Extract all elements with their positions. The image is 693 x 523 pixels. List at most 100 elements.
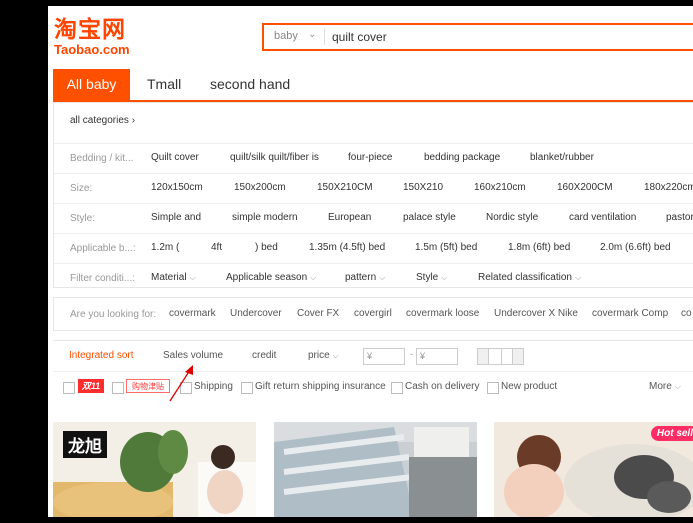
related-search-link[interactable]: covermark [169,308,216,319]
chevron-right-icon: › [128,115,136,126]
chevron-down-icon: ⌵ [189,273,196,282]
taobao-page: 淘宝网 Taobao.com baby ⌄ All baby Tmall sec… [48,6,693,517]
chevron-down-icon: ⌵ [674,382,681,391]
filter-dropdown-label: Applicable season [226,272,308,283]
checkbox-shopping-allowance[interactable] [112,382,124,394]
filter-option[interactable]: blanket/rubber [530,152,594,163]
chevron-down-icon: ⌵ [574,273,582,282]
product-card[interactable]: Hot sell [494,422,693,517]
checkbox-double11[interactable] [63,382,75,394]
filter-option[interactable]: 160x210cm [474,182,526,193]
filter-option[interactable]: palace style [403,212,456,223]
related-search-link[interactable]: covermark Comp [592,308,668,319]
product-card[interactable] [274,422,477,517]
chevron-down-icon: ⌵ [332,351,339,360]
related-search-link[interactable]: Undercover X Nike [494,308,578,319]
new-product-label[interactable]: New product [501,381,557,392]
filter-option[interactable]: simple modern [232,212,298,223]
view-large-icon[interactable] [512,348,524,365]
sort-sales-volume[interactable]: Sales volume [163,350,223,361]
filter-option[interactable]: 1.35m (4.5ft) bed [309,242,385,253]
chevron-down-icon[interactable]: ⌄ [308,29,316,40]
filter-dropdown-season[interactable]: Applicable season ⌵ [226,272,316,283]
chevron-down-icon: ⌵ [310,273,317,282]
chevron-down-icon: ⌵ [441,273,448,282]
more-label: More [649,381,672,392]
related-searches: Are you looking for: covermark Undercove… [53,297,693,331]
filter-option[interactable]: 160X200CM [557,182,613,193]
filter-dropdown-related[interactable]: Related classification ⌵ [478,272,581,283]
filter-option[interactable]: 120x150cm [151,182,203,193]
filter-option[interactable]: 150X210CM [317,182,373,193]
breadcrumb[interactable]: all categories › [70,115,135,126]
filter-option[interactable]: 1.5m (5ft) bed [415,242,477,253]
filter-option[interactable]: European [328,212,371,223]
filter-option[interactable]: ) bed [255,242,278,253]
view-grid-icon[interactable] [488,348,502,365]
filter-dropdown-label: pattern [345,272,377,283]
return-insurance-label[interactable]: Gift return shipping insurance [255,381,386,392]
shipping-label[interactable]: Shipping [194,381,233,392]
related-search-link[interactable]: covermark loose [406,308,479,319]
filter-option[interactable]: card ventilation [569,212,636,223]
filter-option[interactable]: 1.2m ( [151,242,179,253]
sort-credit[interactable]: credit [252,350,276,361]
filter-option[interactable]: 4ft [211,242,222,253]
search-scope-select[interactable]: baby [274,30,298,42]
product-card[interactable]: 龙旭 [53,422,256,517]
filter-option[interactable]: Quilt cover [151,152,199,163]
result-tabs: All baby Tmall second hand [53,69,693,102]
sort-price-label: price [308,350,330,361]
cash-on-delivery-label[interactable]: Cash on delivery [405,381,479,392]
related-search-link[interactable]: co [681,308,692,319]
filter-row-size: Size: 120x150cm 150x200cm 150X210CM 150X… [54,173,693,202]
filter-option[interactable]: Simple and [151,212,201,223]
filter-option[interactable]: 150x200cm [234,182,286,193]
price-max-input[interactable]: ¥ [416,348,458,365]
filter-option[interactable]: quilt/silk quilt/fiber is [230,152,319,163]
search-divider [324,29,325,45]
related-search-link[interactable]: Undercover [230,308,282,319]
search-input[interactable] [330,27,692,47]
logo-en: Taobao.com [54,42,130,57]
filter-option[interactable]: pastor [666,212,693,223]
filter-option[interactable]: 180x220cm [644,182,693,193]
filter-dropdown-material[interactable]: Material ⌵ [151,272,196,283]
filter-option[interactable]: four-piece [348,152,392,163]
filter-row-conditions: Filter conditi...: Material ⌵ Applicable … [54,263,693,292]
checkbox-shipping[interactable] [180,382,192,394]
filter-option[interactable]: 2.0m (6.6ft) bed [600,242,671,253]
taobao-logo[interactable]: 淘宝网 Taobao.com [54,18,144,58]
view-switcher [477,348,525,365]
filter-label: Filter conditi...: [70,273,136,284]
shopping-allowance-badge: 购物津贴 [126,379,170,393]
more-filters-button[interactable]: More ⌵ [649,381,681,392]
breadcrumb-all-categories[interactable]: all categories [70,115,129,126]
sort-price[interactable]: price ⌵ [308,350,339,361]
filter-dropdown-pattern[interactable]: pattern ⌵ [345,272,385,283]
filter-label: Size: [70,183,93,194]
product-image [274,422,477,517]
hot-sell-badge: Hot sell [650,426,693,441]
filter-dropdown-style[interactable]: Style ⌵ [416,272,447,283]
tab-second-hand[interactable]: second hand [210,69,290,100]
filter-option[interactable]: 150X210 [403,182,443,193]
filter-panel: all categories › Bedding / kit... Quilt … [53,102,693,288]
related-search-link[interactable]: Cover FX [297,308,339,319]
double11-badge: 双11 [78,379,104,393]
tab-tmall[interactable]: Tmall [147,69,181,100]
filter-label: Style: [70,213,96,224]
filter-option[interactable]: 1.8m (6ft) bed [508,242,570,253]
sort-integrated[interactable]: Integrated sort [69,350,133,361]
checkbox-new-product[interactable] [487,382,499,394]
chevron-down-icon: ⌵ [379,273,386,282]
tab-all-baby[interactable]: All baby [53,69,130,100]
checkbox-return-insurance[interactable] [241,382,253,394]
filter-option[interactable]: Nordic style [486,212,538,223]
quick-filter-bar: 双11 购物津贴 Shipping Gift return shipping i… [53,374,693,404]
filter-option[interactable]: bedding package [424,152,500,163]
filter-dropdown-label: Style [416,272,439,283]
price-min-input[interactable]: ¥ [363,348,405,365]
related-search-link[interactable]: covergirl [354,308,392,319]
checkbox-cash-on-delivery[interactable] [391,382,403,394]
